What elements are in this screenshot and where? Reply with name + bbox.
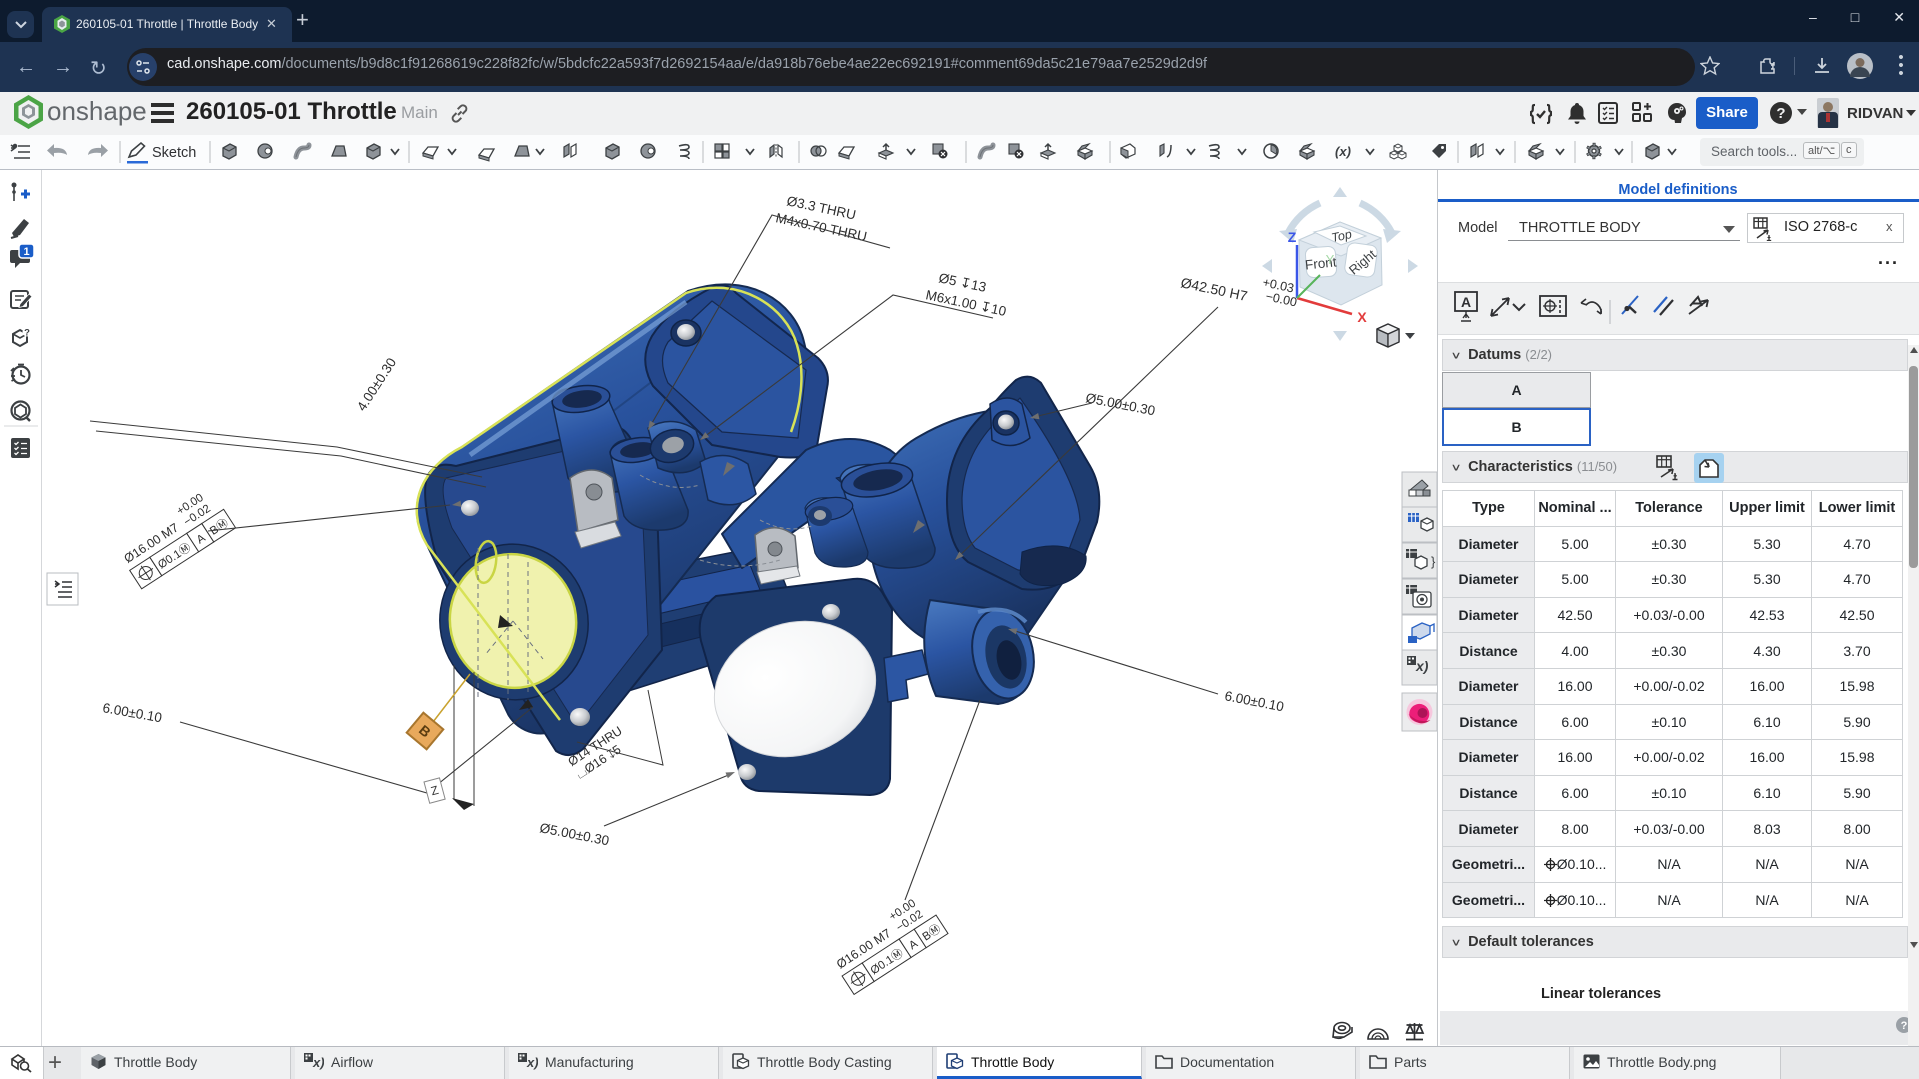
svg-text:Ø42.50 H7: Ø42.50 H7: [1179, 274, 1249, 304]
svg-text:1: 1: [23, 246, 29, 258]
svg-text:6.00±0.10: 6.00±0.10: [101, 700, 163, 725]
svg-text:x): x): [526, 1055, 538, 1070]
svg-text:M6x1.00 ↧10: M6x1.00 ↧10: [924, 287, 1007, 319]
svg-text:x): x): [1415, 658, 1429, 674]
svg-text:Z: Z: [1288, 229, 1297, 245]
svg-text:−0.00: −0.00: [1264, 289, 1298, 309]
svg-text:Ø5.00±0.30: Ø5.00±0.30: [538, 820, 610, 848]
svg-text:X: X: [1357, 309, 1367, 325]
svg-text:4.00±0.30: 4.00±0.30: [354, 355, 399, 413]
svg-text:?: ?: [1776, 105, 1785, 122]
svg-text:6.00±0.10: 6.00±0.10: [1223, 688, 1285, 714]
svg-text:?: ?: [24, 328, 30, 339]
svg-text:Ø5.00±0.30: Ø5.00±0.30: [1084, 390, 1156, 418]
svg-text:Sketch: Sketch: [152, 145, 196, 161]
svg-text:?: ?: [1901, 1020, 1908, 1032]
svg-text:}: }: [1431, 554, 1436, 569]
svg-text:(x): (x): [1335, 144, 1351, 159]
svg-text:x): x): [312, 1055, 324, 1070]
svg-text:A: A: [1461, 294, 1471, 310]
svg-text:Y: Y: [1326, 252, 1335, 267]
